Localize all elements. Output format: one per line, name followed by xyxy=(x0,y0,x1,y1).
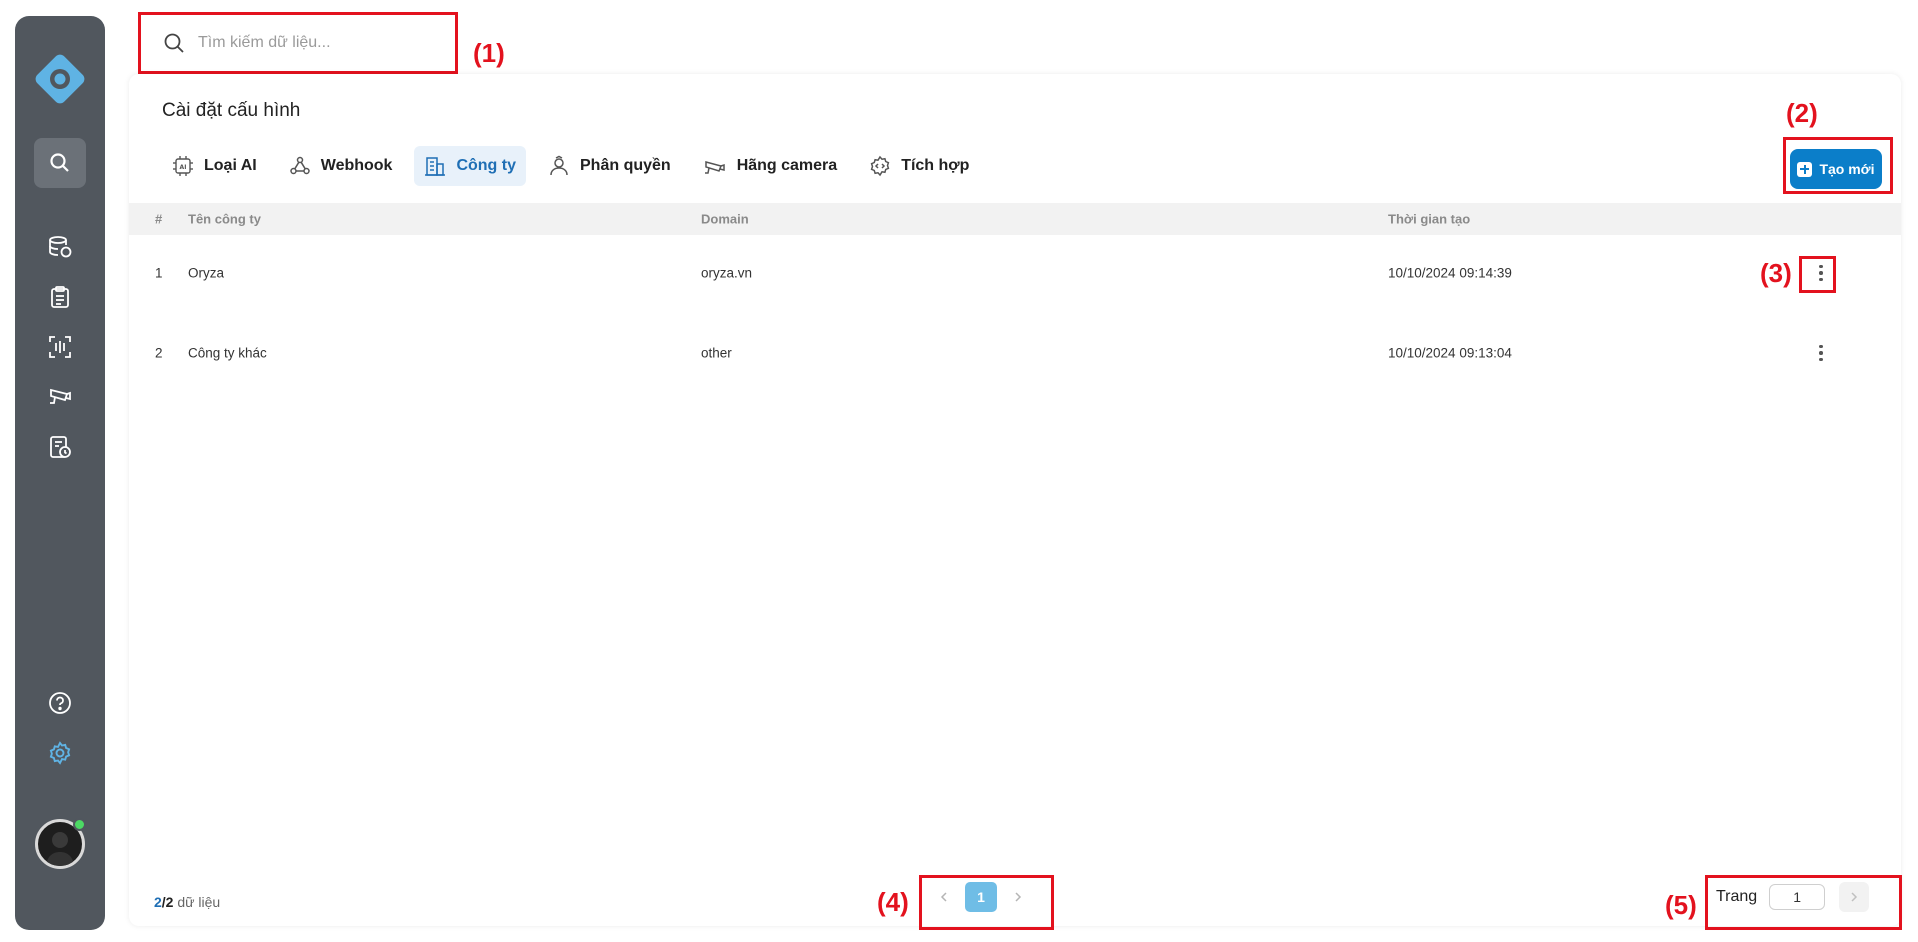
row-created-time: 10/10/2024 09:13:04 xyxy=(1388,345,1512,361)
annotation-box-3 xyxy=(1799,256,1836,293)
sidebar-item-database[interactable] xyxy=(45,232,75,262)
annotation-label-4: (4) xyxy=(877,887,909,917)
database-icon xyxy=(49,236,72,258)
table-header: # Tên công ty Domain Thời gian tạo xyxy=(129,203,1901,235)
table-row[interactable]: 1 Oryza oryza.vn 10/10/2024 09:14:39 xyxy=(129,243,1901,303)
annotation-label-1: (1) xyxy=(473,38,505,68)
tab-label: Tích hợp xyxy=(901,157,970,174)
row-domain: other xyxy=(701,345,732,361)
sidebar xyxy=(15,16,105,930)
search-icon xyxy=(50,153,69,172)
annotation-label-2: (2) xyxy=(1786,98,1818,128)
sidebar-item-camera[interactable] xyxy=(45,382,75,412)
annotation-box-2 xyxy=(1783,137,1893,194)
sidebar-item-face-scan[interactable] xyxy=(45,332,75,362)
sidebar-item-report[interactable] xyxy=(45,432,75,462)
tab-bar: AI Loại AI Webhook Công ty Phân quyền Hã… xyxy=(162,146,991,186)
tab-label: Công ty xyxy=(456,157,516,174)
record-count-suffix: dữ liệu xyxy=(173,894,221,910)
building-icon xyxy=(425,157,446,176)
tab-company[interactable]: Công ty xyxy=(414,146,526,186)
page-title: Cài đặt cấu hình xyxy=(162,100,301,121)
row-index: 2 xyxy=(155,345,163,361)
column-header-index: # xyxy=(155,211,163,227)
cctv-camera-icon xyxy=(50,388,71,404)
tab-webhook[interactable]: Webhook xyxy=(279,146,403,186)
gear-icon xyxy=(49,741,71,765)
webhook-icon xyxy=(290,156,310,175)
tab-ai-type[interactable]: AI Loại AI xyxy=(162,146,267,186)
tab-permissions[interactable]: Phân quyền xyxy=(538,146,681,186)
tab-label: Phân quyền xyxy=(580,157,671,174)
svg-text:AI: AI xyxy=(180,164,187,171)
user-role-icon xyxy=(550,155,568,176)
annotation-box-1 xyxy=(138,12,458,74)
main-card: Cài đặt cấu hình AI Loại AI Webhook Công… xyxy=(129,74,1901,926)
report-clock-icon xyxy=(50,436,71,458)
tab-camera-vendors[interactable]: Hãng camera xyxy=(693,146,848,186)
column-header-domain: Domain xyxy=(701,211,749,227)
row-company-name: Oryza xyxy=(188,265,225,281)
camera-icon xyxy=(704,161,725,174)
annotation-label-3: (3) xyxy=(1760,258,1792,288)
row-domain: oryza.vn xyxy=(701,265,753,281)
tab-label: Loại AI xyxy=(204,157,257,174)
ai-chip-icon: AI xyxy=(173,156,193,176)
row-created-time: 10/10/2024 09:14:39 xyxy=(1388,265,1512,281)
annotation-label-5: (5) xyxy=(1665,890,1697,920)
annotation-box-4 xyxy=(919,875,1054,930)
column-header-company-name: Tên công ty xyxy=(188,211,261,227)
more-actions-icon[interactable] xyxy=(1809,341,1833,365)
row-company-name: Công ty khác xyxy=(188,345,267,361)
sidebar-item-clipboard[interactable] xyxy=(45,282,75,312)
clipboard-icon xyxy=(51,286,69,308)
sidebar-item-help[interactable] xyxy=(45,688,75,718)
tab-label: Webhook xyxy=(320,157,393,174)
column-header-created-time: Thời gian tạo xyxy=(1388,211,1471,227)
row-index: 1 xyxy=(155,265,163,281)
online-status-dot xyxy=(73,818,86,831)
record-count-total: /2 xyxy=(161,894,174,910)
annotation-box-5 xyxy=(1705,875,1902,930)
help-icon xyxy=(49,692,71,714)
record-count: 2/2 dữ liệu xyxy=(154,894,220,910)
tab-label: Hãng camera xyxy=(736,157,838,174)
table-row[interactable]: 2 Công ty khác other 10/10/2024 09:13:04 xyxy=(129,323,1901,383)
face-scan-icon xyxy=(49,336,71,358)
sidebar-search-button[interactable] xyxy=(34,138,86,188)
tab-integration[interactable]: Tích hợp xyxy=(859,146,979,186)
integration-icon xyxy=(870,155,890,177)
sidebar-item-settings[interactable] xyxy=(45,738,75,768)
record-count-shown: 2 xyxy=(154,894,162,910)
app-logo-icon[interactable] xyxy=(33,52,87,106)
